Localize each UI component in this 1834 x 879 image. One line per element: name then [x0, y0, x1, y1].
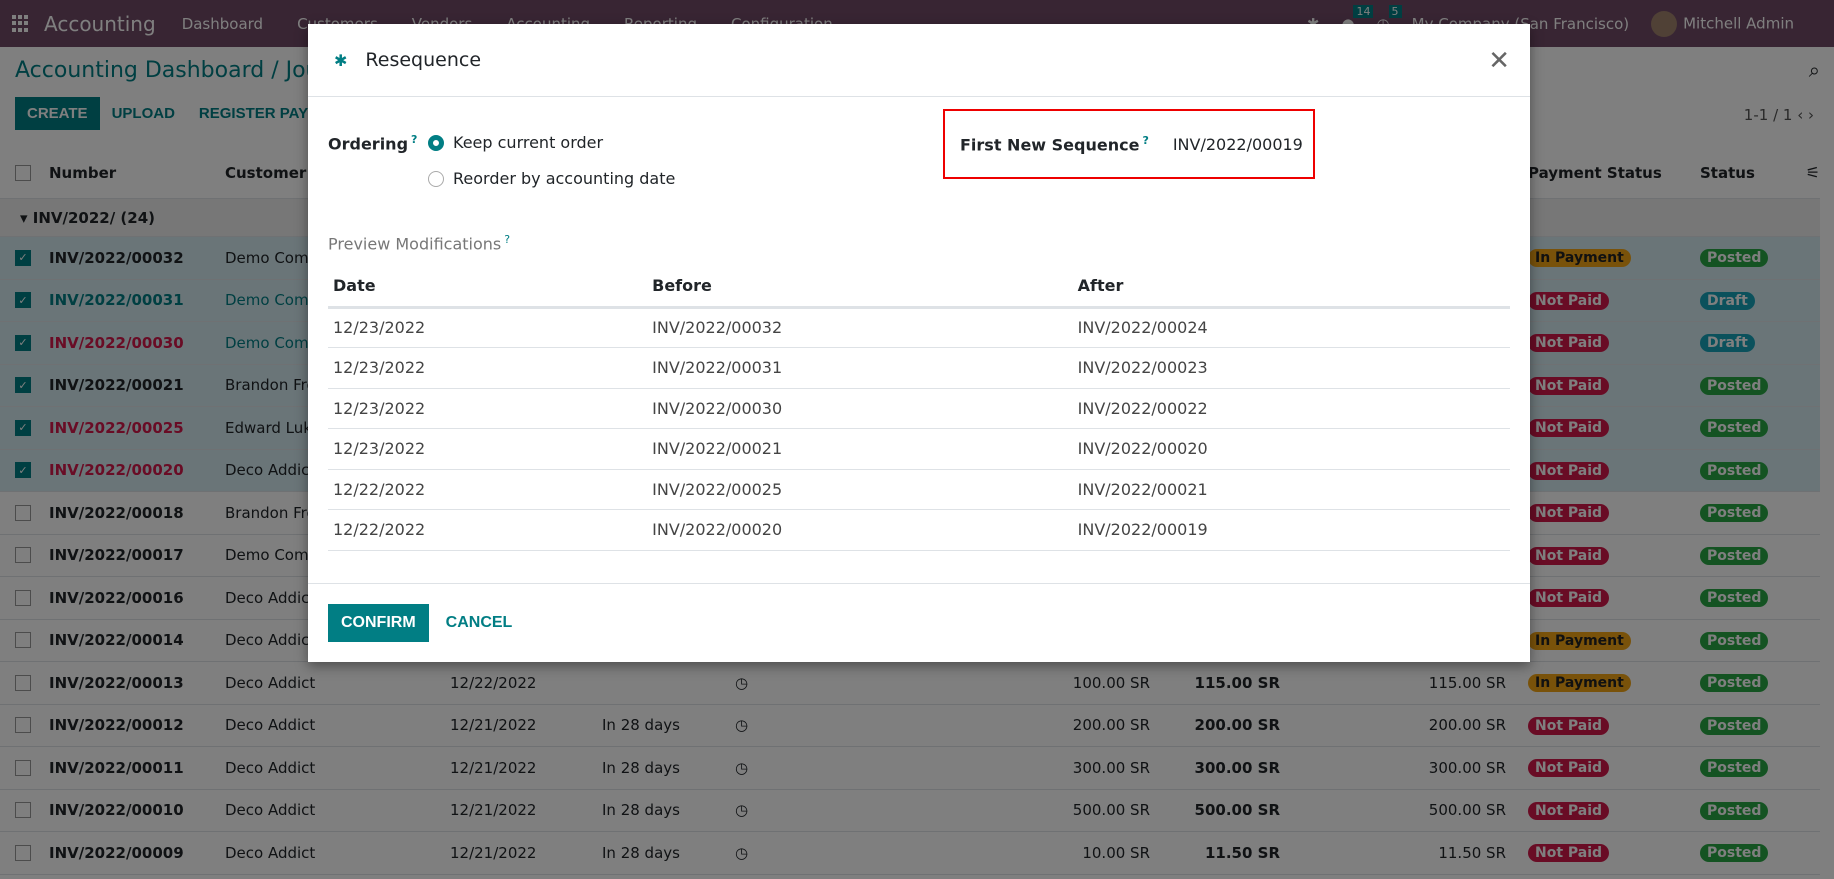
radio-keep-current-order[interactable]: Keep current order — [428, 133, 675, 152]
preview-row: 12/23/2022 INV/2022/00031 INV/2022/00023 — [328, 347, 1510, 389]
preview-before: INV/2022/00030 — [647, 388, 1073, 429]
col-date: Date — [328, 265, 648, 309]
dialog-header: ✱ Resequence — [308, 24, 1530, 97]
ordering-label: Ordering? — [328, 133, 418, 154]
preview-label: Preview Modifications? — [328, 233, 511, 254]
preview-date: 12/23/2022 — [328, 388, 648, 429]
first-new-sequence-input[interactable]: INV/2022/00019 — [1173, 135, 1303, 154]
first-new-sequence-label: First New Sequence? — [960, 133, 1149, 155]
first-new-sequence-field: First New Sequence? INV/2022/00019 — [943, 109, 1315, 179]
preview-row: 12/22/2022 INV/2022/00020 INV/2022/00019 — [328, 509, 1510, 551]
preview-row: 12/23/2022 INV/2022/00032 INV/2022/00024 — [328, 307, 1510, 348]
preview-after: INV/2022/00023 — [1072, 347, 1510, 389]
preview-row: 12/23/2022 INV/2022/00021 INV/2022/00020 — [328, 428, 1510, 470]
col-before: Before — [647, 265, 1073, 309]
help-tooltip-icon[interactable]: ? — [504, 233, 510, 246]
preview-before: INV/2022/00020 — [647, 509, 1073, 551]
radio-checked-icon[interactable] — [428, 134, 444, 151]
preview-row: 12/23/2022 INV/2022/00030 INV/2022/00022 — [328, 388, 1510, 429]
preview-before: INV/2022/00021 — [647, 428, 1073, 470]
preview-after: INV/2022/00021 — [1072, 469, 1510, 510]
preview-after: INV/2022/00022 — [1072, 388, 1510, 429]
preview-before: INV/2022/00025 — [647, 469, 1073, 510]
help-tooltip-icon[interactable]: ? — [1142, 134, 1148, 147]
resequence-dialog: ✱ Resequence ✕ Ordering? Keep current or… — [308, 24, 1530, 662]
dialog-title: Resequence — [365, 49, 482, 71]
preview-after: INV/2022/00024 — [1072, 307, 1510, 348]
preview-after: INV/2022/00020 — [1072, 428, 1510, 470]
help-tooltip-icon[interactable]: ? — [411, 133, 417, 146]
preview-date: 12/23/2022 — [328, 428, 648, 470]
radio-reorder-by-date[interactable]: Reorder by accounting date — [428, 169, 675, 188]
preview-date: 12/22/2022 — [328, 509, 648, 551]
preview-table: Date Before After 12/23/2022 INV/2022/000… — [328, 265, 1510, 551]
preview-before: INV/2022/00031 — [647, 347, 1073, 389]
preview-row: 12/22/2022 INV/2022/00025 INV/2022/00021 — [328, 469, 1510, 510]
col-after: After — [1072, 265, 1510, 309]
preview-before: INV/2022/00032 — [647, 307, 1073, 348]
preview-date: 12/23/2022 — [328, 347, 648, 389]
bug-icon: ✱ — [334, 50, 348, 70]
dialog-footer: CONFIRM CANCEL — [308, 583, 1530, 662]
close-icon[interactable]: ✕ — [1488, 46, 1510, 76]
cancel-button[interactable]: CANCEL — [446, 614, 513, 632]
preview-date: 12/23/2022 — [328, 307, 648, 348]
preview-after: INV/2022/00019 — [1072, 509, 1510, 551]
radio-unchecked-icon[interactable] — [428, 170, 444, 187]
preview-date: 12/22/2022 — [328, 469, 648, 510]
ordering-radio-group: Keep current order Reorder by accounting… — [428, 133, 675, 205]
confirm-button[interactable]: CONFIRM — [328, 604, 429, 642]
